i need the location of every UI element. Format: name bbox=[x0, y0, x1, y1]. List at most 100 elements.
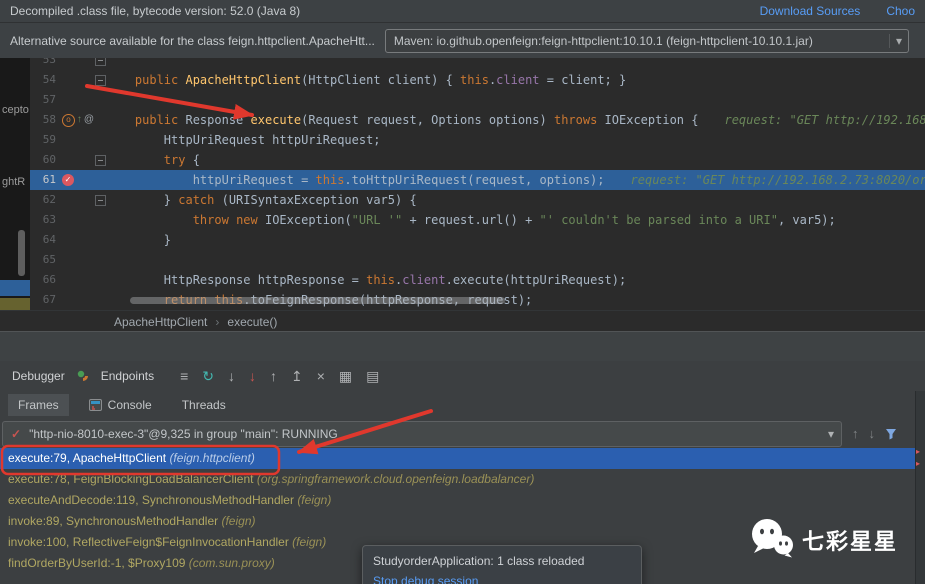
endpoints-icon bbox=[77, 370, 89, 382]
frame-location: findOrderByUserId:-1, $Proxy109 bbox=[8, 556, 189, 570]
force-step-into-icon[interactable]: ↓ bbox=[249, 369, 256, 383]
line-number: 60 bbox=[42, 153, 56, 166]
filter-icon[interactable] bbox=[885, 428, 897, 440]
line-number: 59 bbox=[42, 133, 56, 146]
frame-location: execute:78, FeignBlockingLoadBalancerCli… bbox=[8, 472, 257, 486]
maven-source-selector-value: Maven: io.github.openfeign:feign-httpcli… bbox=[393, 33, 813, 48]
step-out-icon[interactable]: ↑ bbox=[270, 369, 277, 383]
maven-source-selector[interactable]: Maven: io.github.openfeign:feign-httpcli… bbox=[384, 28, 909, 53]
stop-debug-session-link[interactable]: Stop debug session bbox=[373, 574, 631, 584]
stack-marker-icon: ▸ bbox=[916, 447, 921, 456]
implements-arrow-icon[interactable]: ↑ bbox=[77, 110, 82, 130]
code-line-60[interactable]: 60 try { bbox=[30, 150, 925, 170]
line-number: 66 bbox=[42, 273, 56, 286]
breakpoint-icon[interactable]: ✓ bbox=[62, 174, 74, 186]
breadcrumb-class[interactable]: ApacheHttpClient bbox=[114, 315, 207, 329]
fold-column bbox=[94, 194, 106, 206]
tab-debugger[interactable]: Debugger bbox=[8, 367, 69, 385]
partial-frame-row[interactable] bbox=[8, 580, 278, 584]
left-strip-fragment: cepto bbox=[2, 104, 29, 116]
line-number: 54 bbox=[42, 73, 56, 86]
horizontal-scrollbar[interactable] bbox=[130, 297, 505, 304]
code-text: } bbox=[106, 233, 172, 247]
tab-console[interactable]: Console bbox=[88, 398, 152, 412]
frame-location: invoke:100, ReflectiveFeign$FeignInvocat… bbox=[8, 535, 293, 549]
breadcrumb-method[interactable]: execute() bbox=[227, 315, 277, 329]
code-line-53[interactable]: 53 bbox=[30, 58, 925, 70]
gutter-icons: o ↑ @ bbox=[60, 110, 94, 130]
code-line-62[interactable]: 62 } catch (URISyntaxException var5) { bbox=[30, 190, 925, 210]
code-editor[interactable]: 53 54 public ApacheHttpClient(HttpClient … bbox=[0, 58, 925, 310]
code-line-64[interactable]: 64 } bbox=[30, 230, 925, 250]
fold-column bbox=[94, 58, 106, 66]
line-number: 62 bbox=[42, 193, 56, 206]
view-breakpoints-icon[interactable]: ▦ bbox=[339, 369, 352, 383]
frame-location: execute:79, ApacheHttpClient bbox=[8, 451, 170, 465]
debug-toolbar: ≡ ↻ ↓ ↓ ↑ ↥ × ▦ ▤ bbox=[180, 369, 379, 383]
thread-selector-value: "http-nio-8010-exec-3"@9,325 in group "m… bbox=[29, 426, 338, 441]
frame-package: (feign) bbox=[297, 493, 332, 507]
thread-selector[interactable]: ✓ "http-nio-8010-exec-3"@9,325 in group … bbox=[2, 420, 842, 447]
code-line-65[interactable]: 65 bbox=[30, 250, 925, 270]
run-to-cursor-icon[interactable]: ↥ bbox=[291, 369, 303, 383]
chevron-down-icon[interactable]: ▾ bbox=[889, 33, 908, 48]
code-line-66[interactable]: 66 HttpResponse httpResponse = this.clie… bbox=[30, 270, 925, 290]
code-text: try { bbox=[163, 153, 200, 167]
breadcrumb-separator-icon: › bbox=[215, 314, 220, 329]
frame-row[interactable]: executeAndDecode:119, SynchronousMethodH… bbox=[0, 490, 925, 511]
console-icon bbox=[88, 399, 102, 411]
scrollbar-thumb[interactable] bbox=[18, 230, 25, 276]
code-line-59[interactable]: 59 HttpUriRequest httpUriRequest; bbox=[30, 130, 925, 150]
next-frame-icon[interactable]: ↓ bbox=[869, 426, 876, 441]
drop-frame-icon[interactable]: × bbox=[317, 369, 325, 383]
annotation-marker-icon: @ bbox=[83, 114, 94, 125]
layout-settings-icon[interactable]: ▤ bbox=[366, 369, 379, 383]
line-number: 57 bbox=[42, 93, 56, 106]
frame-package: (feign.httpclient) bbox=[169, 451, 255, 465]
line-number: 64 bbox=[42, 233, 56, 246]
right-edge-strip: ▸ ▸ bbox=[915, 391, 925, 584]
fold-icon[interactable] bbox=[94, 194, 106, 206]
code-lines: 53 54 public ApacheHttpClient(HttpClient … bbox=[30, 58, 925, 310]
tab-frames[interactable]: Frames bbox=[8, 394, 69, 416]
choose-sources-link[interactable]: Choo bbox=[886, 4, 915, 18]
decompiled-banner: Decompiled .class file, bytecode version… bbox=[0, 0, 925, 23]
code-line-61[interactable]: 61 ✓ httpUriRequest = this.toHttpUriReque… bbox=[30, 170, 925, 190]
debugger-inline-hint: request: "GET http://192.168.2.73:8020/o… bbox=[630, 173, 925, 187]
line-number: 65 bbox=[42, 253, 56, 266]
tab-threads[interactable]: Threads bbox=[172, 394, 236, 416]
fold-column bbox=[94, 154, 106, 166]
override-marker-icon[interactable]: o bbox=[62, 113, 75, 127]
code-text: public Response execute(Request request,… bbox=[106, 110, 925, 130]
code-line-54[interactable]: 54 public ApacheHttpClient(HttpClient cl… bbox=[30, 70, 925, 90]
fold-icon[interactable] bbox=[94, 58, 106, 66]
debug-view-tabs: Frames Console Threads bbox=[0, 391, 925, 419]
fold-icon[interactable] bbox=[94, 74, 106, 86]
frame-package: (feign) bbox=[221, 514, 256, 528]
line-number: 67 bbox=[42, 293, 56, 306]
download-sources-link[interactable]: Download Sources bbox=[760, 4, 861, 18]
gutter-icons: ✓ bbox=[60, 174, 94, 186]
left-strip-olive-block bbox=[0, 298, 30, 310]
step-into-icon[interactable]: ↓ bbox=[228, 369, 235, 383]
frame-row[interactable]: execute:78, FeignBlockingLoadBalancerCli… bbox=[0, 469, 925, 490]
frame-location: invoke:89, SynchronousMethodHandler bbox=[8, 514, 222, 528]
tab-endpoints[interactable]: Endpoints bbox=[97, 367, 158, 385]
left-strip-fragment: ghtR bbox=[2, 176, 26, 188]
thread-selector-row: ✓ "http-nio-8010-exec-3"@9,325 in group … bbox=[0, 419, 925, 448]
frame-row[interactable]: execute:79, ApacheHttpClient (feign.http… bbox=[0, 448, 925, 469]
splitter-strip[interactable] bbox=[0, 331, 925, 362]
hamburger-menu-icon[interactable]: ≡ bbox=[180, 369, 188, 383]
code-line-63[interactable]: 63 throw new IOException("URL '" + reque… bbox=[30, 210, 925, 230]
chevron-down-icon[interactable]: ▾ bbox=[821, 427, 841, 441]
left-edge-strip: cepto ghtR bbox=[0, 58, 30, 310]
fold-icon[interactable] bbox=[94, 154, 106, 166]
code-line-58[interactable]: 58 o ↑ @ public Response execute(Request re… bbox=[30, 110, 925, 130]
alternative-source-text: Alternative source available for the cla… bbox=[10, 33, 375, 48]
rerun-icon[interactable]: ↻ bbox=[202, 369, 214, 383]
thread-check-icon: ✓ bbox=[11, 426, 22, 441]
line-number: 53 bbox=[42, 58, 56, 66]
breadcrumb: ApacheHttpClient › execute() bbox=[0, 310, 925, 332]
prev-frame-icon[interactable]: ↑ bbox=[852, 426, 859, 441]
code-line-57[interactable]: 57 bbox=[30, 90, 925, 110]
